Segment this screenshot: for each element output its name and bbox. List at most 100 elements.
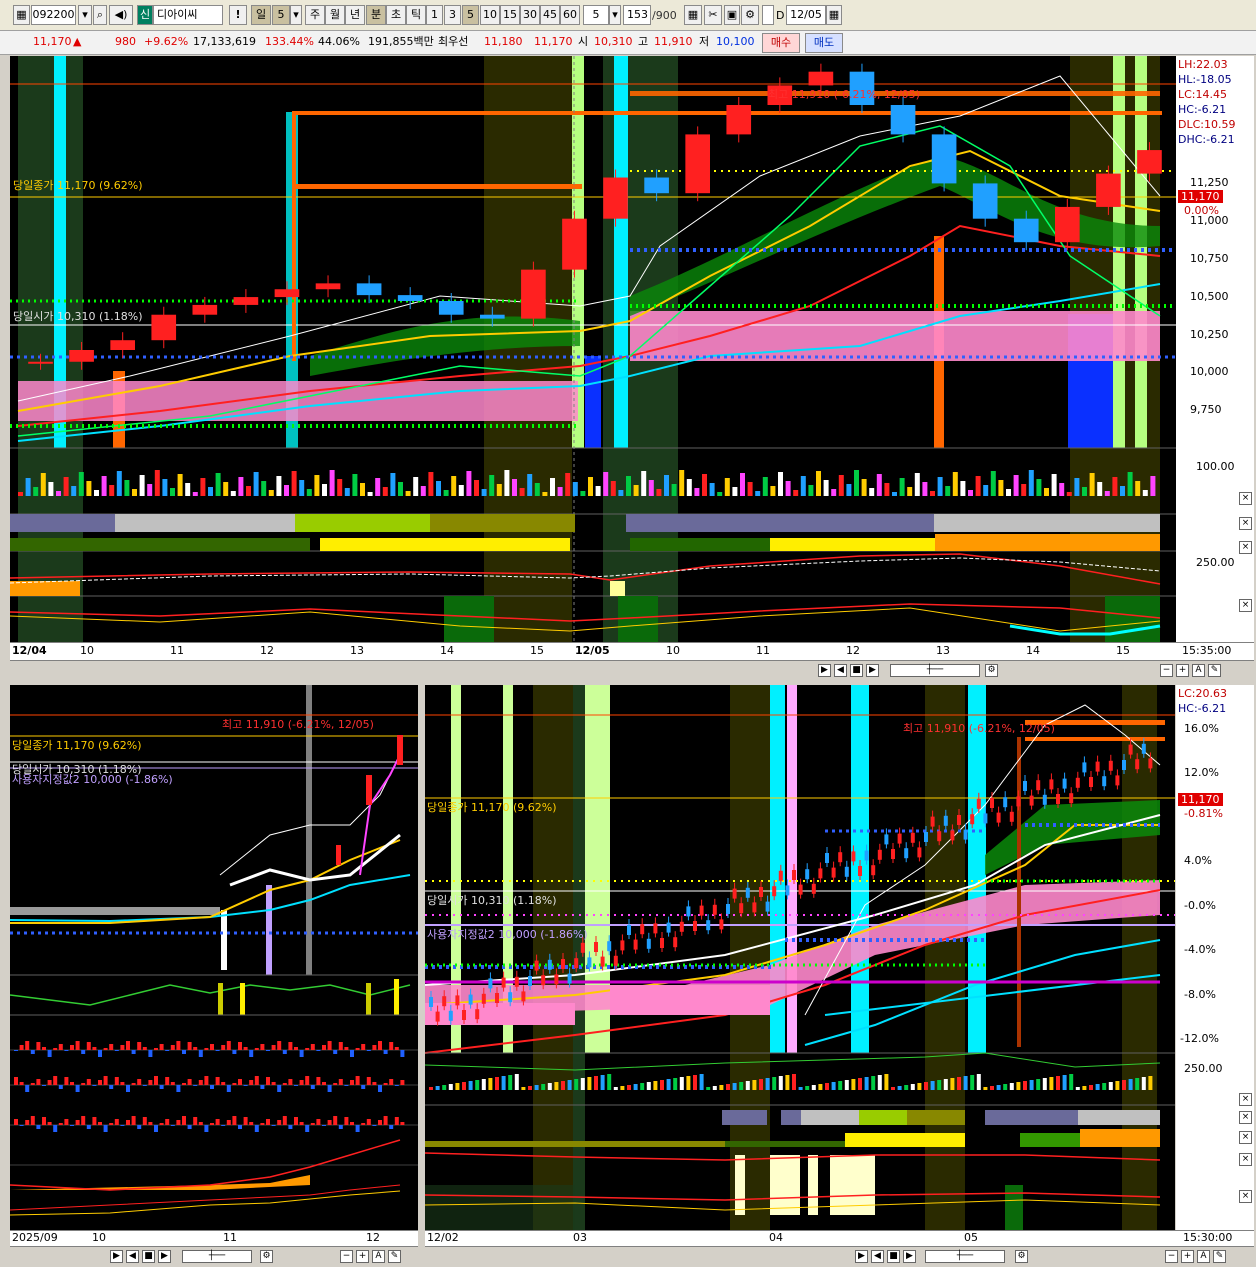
volume-bar [550, 478, 555, 496]
minus-icon[interactable]: − [1165, 1250, 1178, 1263]
plus-icon[interactable]: + [1176, 664, 1189, 677]
interval-15-button[interactable]: 15 [500, 5, 520, 25]
stop-icon[interactable]: ■ [142, 1250, 155, 1263]
volume-bar [693, 1075, 697, 1090]
tools-icon[interactable]: ✂ [704, 5, 722, 25]
period-week-button[interactable]: 주 [305, 5, 325, 25]
indicator-bar [25, 1120, 30, 1125]
period-minute-button[interactable]: 분 [366, 5, 386, 25]
first-page-icon[interactable]: ◀ [126, 1250, 139, 1263]
scroll-right-icon[interactable]: ▶ [855, 1250, 868, 1263]
draw-icon[interactable]: ✎ [1208, 664, 1221, 677]
volume-bar [963, 1076, 968, 1090]
chevron-down-icon[interactable]: ▾ [609, 5, 621, 25]
daily-scroll-bar[interactable]: ▶ ◀ ■ ▶ ┼── ⚙ − + A ✎ [10, 1246, 418, 1266]
indicator-bar [198, 1122, 203, 1125]
indicator-bar [114, 1050, 119, 1051]
close-panel-button[interactable]: × [1239, 1153, 1252, 1166]
last-page-icon[interactable]: ▶ [158, 1250, 171, 1263]
buy-button[interactable]: 매수 [762, 33, 800, 53]
intraday-scroll-bar[interactable]: ▶ ◀ ■ ▶ ┼── ⚙ − + A ✎ [425, 1246, 1254, 1266]
candle [778, 870, 783, 881]
close-panel-button[interactable]: × [1239, 1190, 1252, 1203]
minus-icon[interactable]: − [340, 1250, 353, 1263]
interval-3-button[interactable]: 3 [444, 5, 461, 25]
daily-chart[interactable]: 당일종가 11,170 (9.62%) 당일시가 10,310 (1.18%) … [10, 685, 418, 1230]
interval-60-button[interactable]: 60 [560, 5, 580, 25]
scroll-right-icon[interactable]: ▶ [110, 1250, 123, 1263]
indicator-bar [355, 1125, 360, 1132]
candle [554, 974, 559, 985]
volume-bar [468, 1081, 473, 1090]
close-panel-button[interactable]: × [1239, 1111, 1252, 1124]
indicator-bar [361, 1044, 366, 1050]
settings-icon[interactable]: ⚙ [985, 664, 998, 677]
zoom-slider[interactable]: ┼── [182, 1250, 252, 1263]
menu-icon[interactable]: ▦ [13, 5, 30, 25]
text-icon[interactable]: A [1197, 1250, 1210, 1263]
close-panel-button[interactable]: × [1239, 1131, 1252, 1144]
period-month-button[interactable]: 월 [325, 5, 345, 25]
first-page-icon[interactable]: ◀ [834, 664, 847, 677]
date-input[interactable]: 12/05 [786, 5, 826, 25]
interval-45-button[interactable]: 45 [540, 5, 560, 25]
indicator-bar [58, 1044, 63, 1050]
calendar-icon[interactable]: ▦ [826, 5, 842, 25]
interval-input[interactable]: 5 [583, 5, 609, 25]
period-day-value[interactable]: 5 [272, 5, 290, 25]
main-chart[interactable]: 당일종가 11,170 (9.62%) 당일시가 10,310 (1.18%) … [10, 56, 1176, 642]
plus-icon[interactable]: + [356, 1250, 369, 1263]
candle [712, 904, 717, 915]
period-year-button[interactable]: 년 [345, 5, 365, 25]
date-checkbox[interactable] [762, 5, 774, 25]
settings-icon[interactable]: ⚙ [260, 1250, 273, 1263]
stock-name-field[interactable]: 디아이씨 [153, 5, 223, 25]
interval-30-button[interactable]: 30 [520, 5, 540, 25]
chevron-down-icon[interactable]: ▾ [290, 5, 302, 25]
candle [69, 350, 94, 362]
zoom-slider[interactable]: ┼── [890, 664, 980, 677]
interval-1-button[interactable]: 1 [426, 5, 443, 25]
gear-icon[interactable]: ⚙ [741, 5, 759, 25]
save-icon[interactable]: ▣ [724, 5, 740, 25]
zoom-slider[interactable]: ┼── [925, 1250, 1005, 1263]
last-page-icon[interactable]: ▶ [866, 664, 879, 677]
stop-icon[interactable]: ■ [850, 664, 863, 677]
volume-bar [904, 1085, 909, 1090]
count-input[interactable]: 153 [623, 5, 651, 25]
sell-button[interactable]: 매도 [805, 33, 843, 53]
minus-icon[interactable]: − [1160, 664, 1173, 677]
speaker-icon[interactable]: ◀) [109, 5, 133, 25]
period-tick-button[interactable]: 틱 [406, 5, 426, 25]
scroll-right-icon[interactable]: ▶ [818, 664, 831, 677]
alert-button[interactable]: ! [229, 5, 247, 25]
first-page-icon[interactable]: ◀ [871, 1250, 884, 1263]
dropdown-icon[interactable]: ▾ [78, 5, 92, 25]
period-day-button[interactable]: 일 [251, 5, 271, 25]
volume-bar [481, 1079, 486, 1090]
close-panel-button[interactable]: × [1239, 492, 1252, 505]
bl-close-label: 당일종가 11,170 (9.62%) [12, 739, 142, 752]
draw-icon[interactable]: ✎ [1213, 1250, 1226, 1263]
interval-5-button[interactable]: 5 [462, 5, 479, 25]
stock-code-input[interactable]: 092200 [31, 5, 76, 25]
settings-icon[interactable]: ⚙ [1015, 1250, 1028, 1263]
text-icon[interactable]: A [1192, 664, 1205, 677]
interval-10-button[interactable]: 10 [480, 5, 500, 25]
close-panel-button[interactable]: × [1239, 517, 1252, 530]
close-panel-button[interactable]: × [1239, 541, 1252, 554]
indicator-bar [137, 1079, 142, 1085]
last-page-icon[interactable]: ▶ [903, 1250, 916, 1263]
draw-icon[interactable]: ✎ [388, 1250, 401, 1263]
search-icon[interactable]: ⌕ [93, 5, 107, 25]
close-panel-button[interactable]: × [1239, 1093, 1252, 1106]
chart-scroll-bar[interactable]: ▶ ◀ ■ ▶ ┼── ⚙ − + A ✎ [10, 660, 1254, 680]
plus-icon[interactable]: + [1181, 1250, 1194, 1263]
stop-icon[interactable]: ■ [887, 1250, 900, 1263]
candle [693, 921, 697, 931]
period-second-button[interactable]: 초 [386, 5, 406, 25]
text-icon[interactable]: A [372, 1250, 385, 1263]
intraday-chart[interactable]: 당일종가 11,170 (9.62%) 당일시가 10,310 (1.18%) … [425, 685, 1175, 1230]
close-panel-button[interactable]: × [1239, 599, 1252, 612]
grid-icon[interactable]: ▦ [684, 5, 702, 25]
